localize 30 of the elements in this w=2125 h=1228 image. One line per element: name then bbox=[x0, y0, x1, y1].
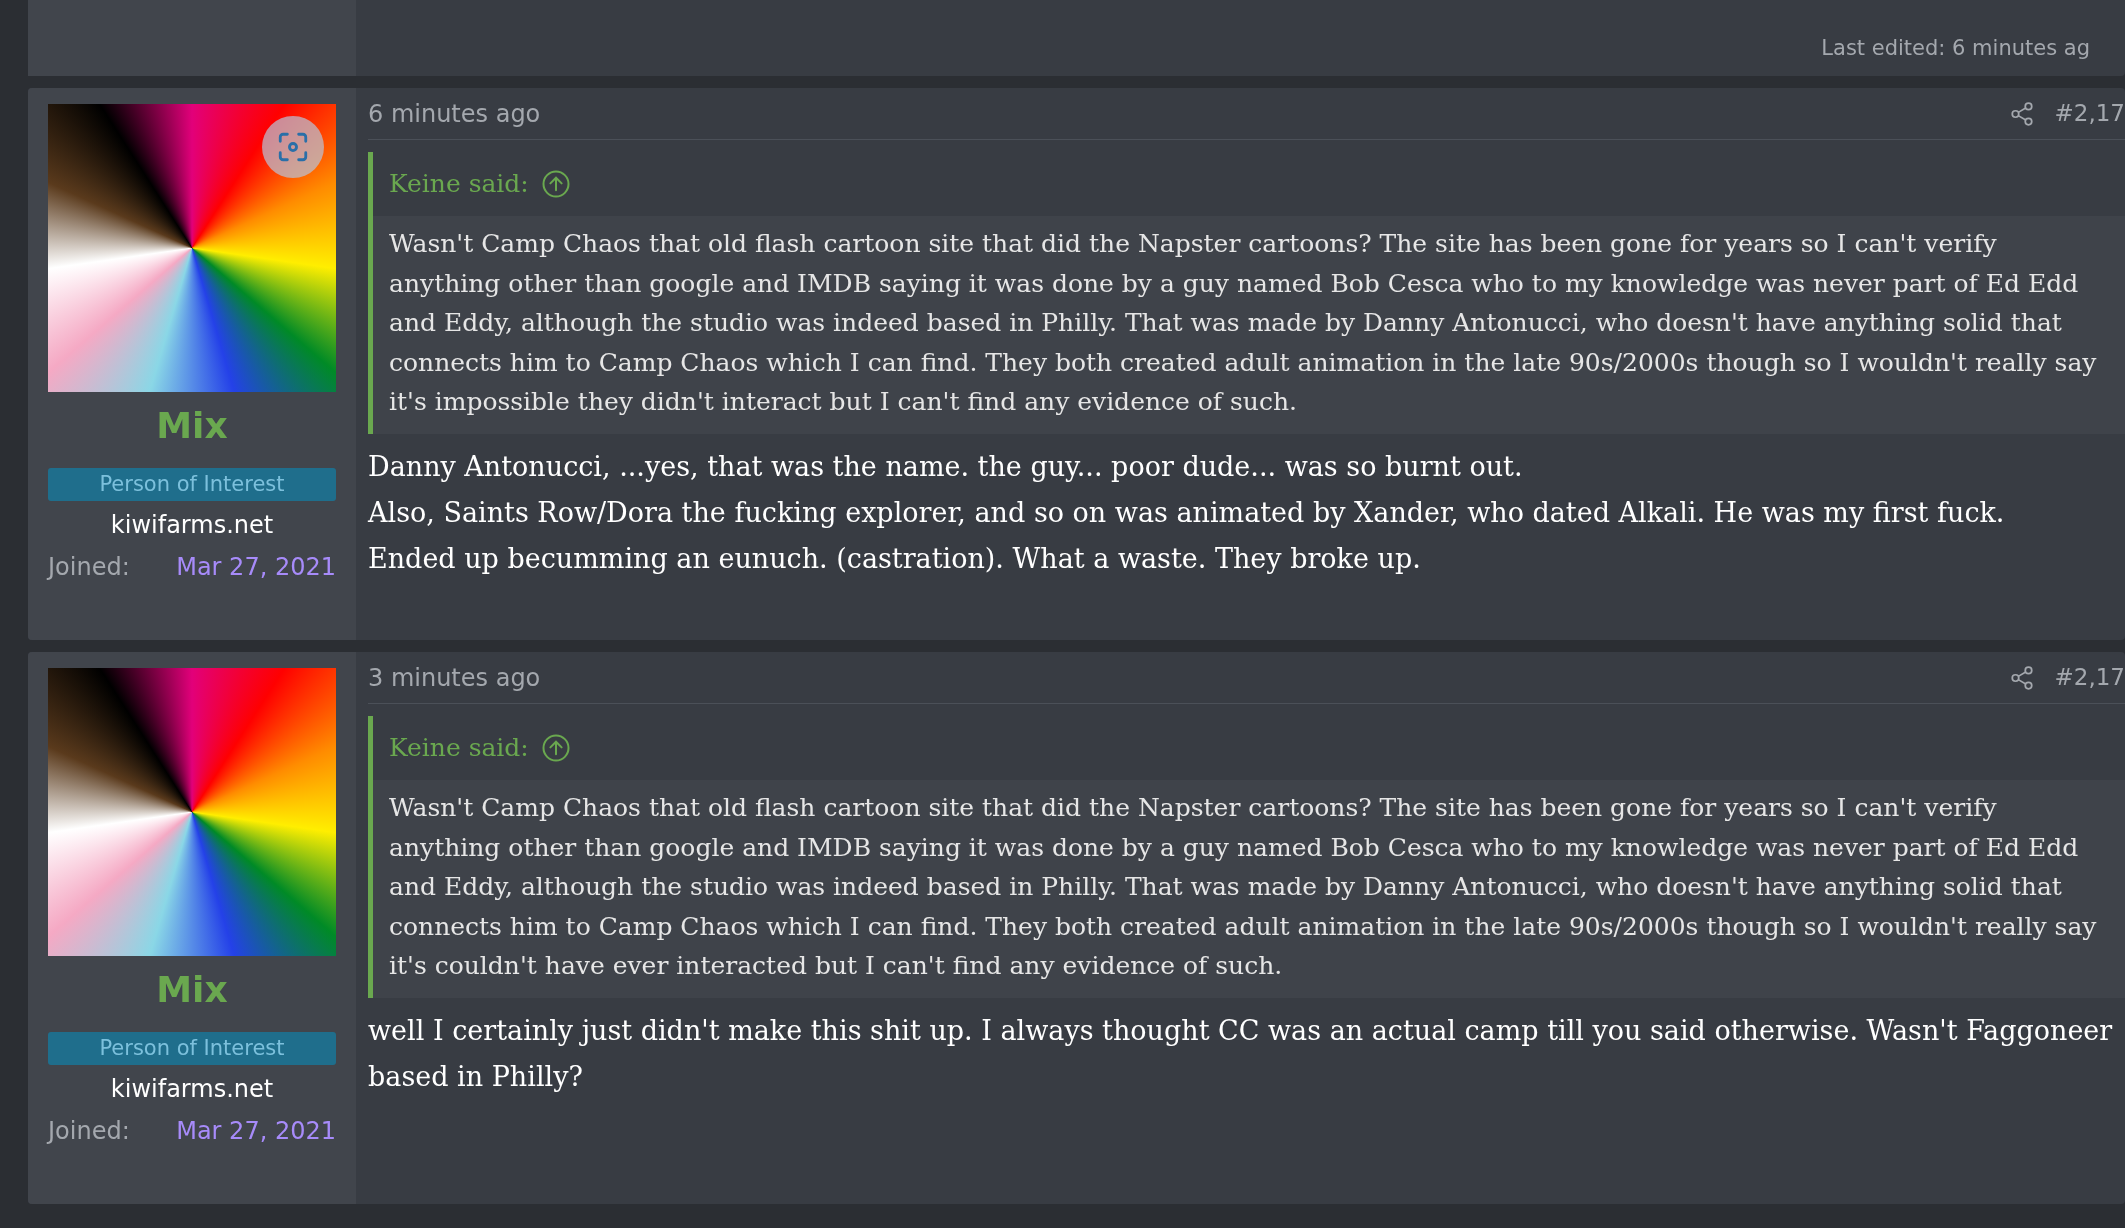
jump-up-icon[interactable] bbox=[540, 733, 571, 763]
quote-author[interactable]: Keine said: bbox=[389, 165, 529, 203]
post-time[interactable]: 3 minutes ago bbox=[368, 659, 541, 696]
joined-label: Joined: bbox=[48, 1116, 130, 1147]
joined-label: Joined: bbox=[48, 552, 130, 583]
user-title: kiwifarms.net bbox=[110, 1074, 274, 1105]
post-time[interactable]: 6 minutes ago bbox=[368, 95, 541, 132]
post-number-link[interactable]: #2,17 bbox=[2054, 660, 2125, 695]
message-text: well I certainly just didn't make this shit up. I always thought CC was an actual camp till you said otherwise. Wasn't Faggoneer based in Philly? bbox=[368, 1013, 2114, 1094]
avatar-image[interactable] bbox=[48, 104, 336, 392]
role-banner: Person of Interest bbox=[48, 468, 336, 501]
username-link[interactable]: Mix bbox=[156, 404, 228, 448]
jump-up-icon[interactable] bbox=[540, 169, 571, 199]
share-icon[interactable] bbox=[2008, 664, 2035, 691]
joined-date: Mar 27, 2021 bbox=[176, 552, 336, 583]
quote-author[interactable]: Keine said: bbox=[389, 729, 529, 767]
scan-icon bbox=[276, 130, 310, 164]
post-number-link[interactable]: #2,17 bbox=[2054, 96, 2125, 131]
quote-text: Wasn't Camp Chaos that old flash cartoon site that did the Napster cartoons? The site has been gone for years so I can't verify anything other than google and IMDB saying it was done by a guy named Bob Cesca who to my knowledge was never part of Ed Edd and Eddy, although the studio was indeed based in Philly. That was made by Danny Antonucci, who doesn't have anything solid that connects him to Camp Chaos which I can find. They both created adult animation in the late 90s/2000s though so I wouldn't really say it's impossible they didn't interact but I can't find any evidence of such. bbox=[388, 228, 2098, 418]
avatar-image[interactable] bbox=[48, 668, 336, 956]
username-link[interactable]: Mix bbox=[156, 968, 228, 1012]
last-edited-text: Last edited: 6 minutes ag bbox=[1821, 34, 2090, 62]
message-text: Danny Antonucci, ...yes, that was the name. the guy... poor dude... was so burnt out. bbox=[368, 449, 1524, 484]
joined-date: Mar 27, 2021 bbox=[176, 1116, 336, 1147]
message-text: Ended up becumming an eunuch. (castration). What a waste. They broke up. bbox=[368, 541, 1422, 576]
user-title: kiwifarms.net bbox=[110, 510, 274, 541]
role-banner: Person of Interest bbox=[48, 1032, 336, 1065]
quote-text: Wasn't Camp Chaos that old flash cartoon site that did the Napster cartoons? The site has been gone for years so I can't verify anything other than google and IMDB saying it was done by a guy named Bob Cesca who to my knowledge was never part of Ed Edd and Eddy, although the studio was indeed based in Philly. That was made by Danny Antonucci, who doesn't have anything solid that connects him to Camp Chaos which I can find. They both created adult animation in the late 90s/2000s though so I wouldn't really say it's couldn't have ever interacted but I can't find any evidence of such. bbox=[388, 792, 2098, 982]
message-text: Also, Saints Row/Dora the fucking explorer, and so on was animated by Xander, who dated Alkali. He was my first fuck. bbox=[368, 495, 2006, 530]
share-icon[interactable] bbox=[2008, 100, 2035, 127]
